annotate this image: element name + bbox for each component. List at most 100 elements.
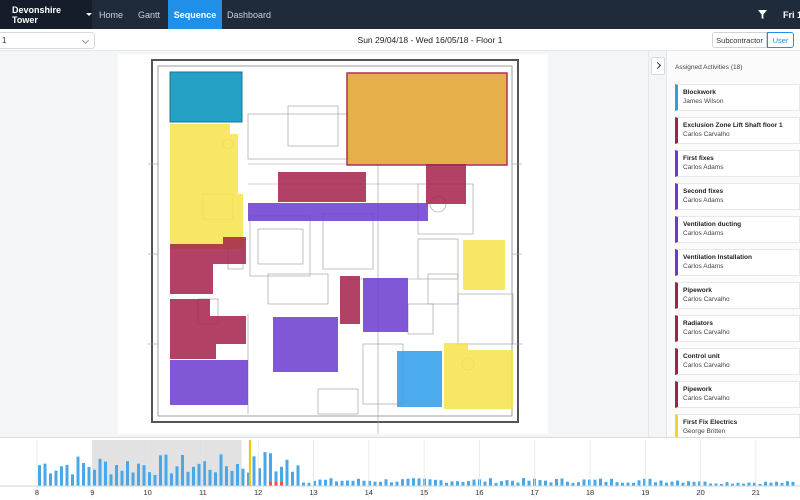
timeline-bar [395, 481, 399, 486]
activity-card[interactable]: First Fix Electrics George Britten [675, 414, 800, 437]
timeline-bar [104, 461, 107, 486]
timeline-bar [153, 474, 157, 486]
zone-purple-southwest[interactable] [170, 360, 248, 405]
timeline-bar [775, 481, 778, 486]
timeline-bar [379, 481, 382, 486]
timeline-bar [566, 481, 569, 486]
activity-name: Blockwork [683, 89, 716, 96]
zone-blockwork[interactable] [169, 71, 243, 123]
zone-maroon-southwest[interactable] [170, 299, 246, 359]
zone-maroon-lift[interactable] [340, 276, 360, 324]
drawing-canvas[interactable] [0, 51, 648, 437]
timeline-bar [615, 482, 619, 486]
timeline-bar [225, 466, 228, 486]
zone-maroon-west[interactable] [170, 237, 246, 294]
activity-card[interactable]: Pipework Carlos Carvalho [675, 381, 800, 408]
timeline[interactable]: 8 9 10 11 12 13 14 15 16 17 18 19 20 21 [0, 437, 800, 500]
timeline-tick-label: 21 [751, 488, 761, 497]
timeline-bar [428, 479, 432, 486]
timeline-bar [285, 459, 289, 486]
timeline-bar [527, 480, 531, 486]
activity-assignee: Carlos Carvalho [683, 296, 730, 303]
project-selector[interactable]: Devonshire Tower [0, 0, 92, 29]
collapse-panel-button[interactable] [651, 57, 665, 75]
timeline-bar [670, 481, 674, 486]
timeline-bar [186, 471, 190, 486]
activity-card[interactable]: Ventilation Installation Carlos Adams [675, 249, 800, 276]
floor-plan[interactable] [118, 54, 548, 434]
user-toggle[interactable]: User [767, 32, 794, 48]
floor-select[interactable]: 1 [0, 32, 95, 49]
zone-yellow-southeast[interactable] [444, 343, 513, 409]
timeline-bar [599, 478, 602, 486]
timeline-bar [126, 461, 129, 486]
activity-card[interactable]: Exclusion Zone Lift Shaft floor 1 Carlos … [675, 117, 800, 144]
timeline-bar [219, 454, 223, 486]
timeline-bar [472, 479, 476, 486]
activity-card[interactable]: Radiators Carlos Carvalho [675, 315, 800, 342]
zone-purple-centre[interactable] [273, 317, 338, 372]
timeline-bar [588, 479, 591, 486]
timeline-tick-label: 13 [309, 488, 318, 497]
activity-card[interactable]: Ventilation ducting Carlos Adams [675, 216, 800, 243]
timeline-bar [263, 452, 267, 486]
toolbar: 1 Sun 29/04/18 - Wed 16/05/18 - Floor 1 … [0, 29, 800, 51]
tab-sequence[interactable]: Sequence [168, 0, 222, 29]
activity-count: (18) [730, 64, 743, 71]
timeline-bar [142, 465, 146, 486]
timeline-bar [98, 458, 102, 486]
timeline-tick-label: 18 [585, 488, 595, 497]
zone-yellow-east[interactable] [463, 240, 505, 290]
tab-gantt[interactable]: Gantt [130, 0, 168, 29]
activity-card[interactable]: Pipework Carlos Carvalho [675, 282, 800, 309]
activity-card[interactable]: Blockwork James Wilson [675, 84, 800, 111]
timeline-bar [791, 481, 795, 486]
timeline-tick-label: 14 [364, 488, 373, 497]
timeline-bar [296, 465, 300, 486]
zone-maroon-east[interactable] [426, 164, 466, 204]
activity-card[interactable]: Control unit Carlos Carvalho [675, 348, 800, 375]
project-name: Devonshire Tower [12, 4, 62, 25]
activity-assignee: Carlos Carvalho [683, 395, 730, 402]
timeline-bar [582, 479, 586, 486]
timeline-bar [318, 479, 322, 486]
activity-name: Exclusion Zone Lift Shaft floor 1 [683, 122, 783, 129]
activity-name: Pipework [683, 386, 712, 393]
timeline-bar [747, 482, 751, 486]
activity-card[interactable]: Second fixes Carlos Adams [675, 183, 800, 210]
timeline-bar [203, 461, 206, 486]
timeline-bar [390, 482, 393, 486]
timeline-tick-label: 9 [90, 488, 95, 497]
zone-purple-east[interactable] [363, 278, 408, 332]
timeline-bar [604, 481, 608, 486]
zone-yellow-west[interactable] [170, 124, 243, 249]
activity-name: First Fix Electrics [683, 419, 738, 426]
zone-maroon-centre[interactable] [278, 172, 366, 202]
activity-card[interactable]: First fixes Carlos Adams [675, 150, 800, 177]
timeline-bar [54, 470, 58, 486]
tab-dashboard[interactable]: Dashboard [222, 0, 276, 29]
timeline-chart[interactable] [0, 438, 800, 500]
activity-name: Pipework [683, 287, 712, 294]
timeline-bar [137, 463, 140, 486]
timeline-bar [170, 473, 173, 486]
timeline-bar [120, 470, 124, 486]
timeline-bar [654, 482, 657, 486]
timeline-bar [434, 479, 437, 486]
zone-purple-corridor[interactable] [248, 203, 428, 221]
zone-blue-southeast[interactable] [397, 351, 442, 407]
filter-icon[interactable] [758, 10, 767, 19]
timeline-bar [412, 478, 415, 486]
timeline-bar [549, 482, 553, 486]
timeline-bar [302, 482, 305, 486]
subcontractor-toggle[interactable]: Subcontractor [712, 32, 767, 48]
tab-home[interactable]: Home [92, 0, 130, 29]
timeline-tick-label: 16 [475, 488, 484, 497]
timeline-bar [291, 471, 294, 486]
activity-assignee: James Wilson [683, 98, 724, 105]
activity-name: Second fixes [683, 188, 724, 195]
timeline-bar [659, 480, 663, 486]
timeline-bar [593, 479, 597, 486]
activity-name: Radiators [683, 320, 713, 327]
zone-large-orange[interactable] [346, 72, 508, 166]
